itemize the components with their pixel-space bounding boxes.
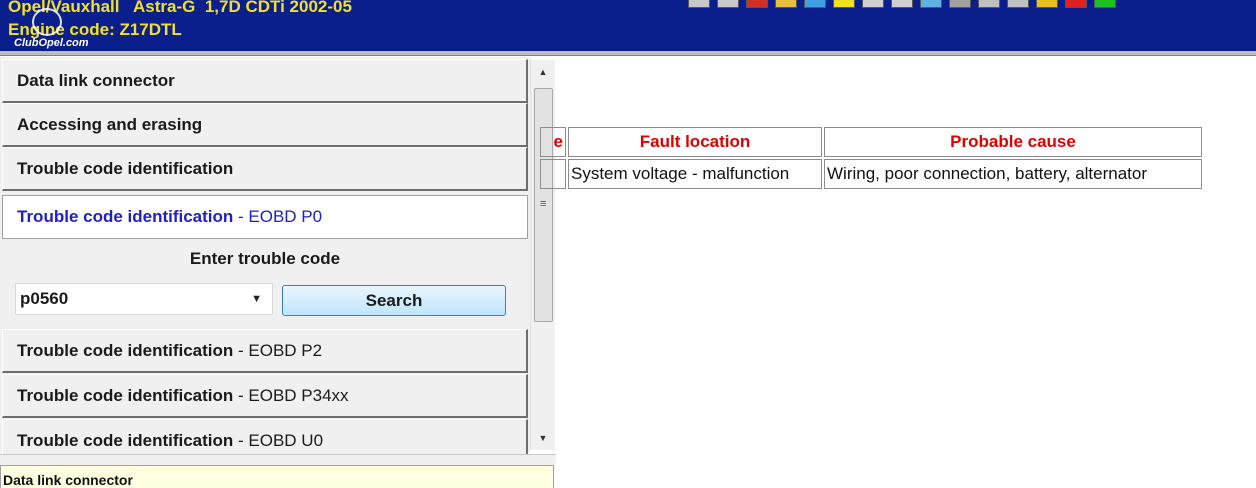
toolbar xyxy=(688,0,1123,9)
cell-fault-location: System voltage - malfunction xyxy=(568,159,822,189)
watermark-text: ClubOpel.com xyxy=(14,37,89,49)
status-bar: Data link connector xyxy=(0,465,554,488)
scrollbar-thumb[interactable]: ≡ xyxy=(534,88,553,322)
menu-item-suffix: - EOBD P34xx xyxy=(233,386,349,405)
dropdown-arrow-icon[interactable]: ▼ xyxy=(251,293,262,305)
menu-item-accessing-erasing[interactable]: Accessing and erasing xyxy=(2,103,528,147)
menu-item-suffix: - EOBD P0 xyxy=(233,207,323,226)
toolbar-button-icon[interactable] xyxy=(949,0,971,8)
column-header-probable-cause: Probable cause xyxy=(824,127,1202,157)
toolbar-button-icon[interactable] xyxy=(978,0,1000,8)
watermark-logo-icon xyxy=(32,8,62,36)
trouble-code-value: p0560 xyxy=(20,289,69,308)
menu-item-label: Accessing and erasing xyxy=(17,115,203,134)
menu-item-trouble-code-identification[interactable]: Trouble code identification xyxy=(2,147,528,191)
toolbar-button-icon[interactable] xyxy=(775,0,797,8)
menu-item-label: Trouble code identification xyxy=(17,341,234,360)
menu-item-label: Data link connector xyxy=(17,71,175,90)
toolbar-button-icon[interactable] xyxy=(862,0,884,8)
menu-item-eobd-p34xx[interactable]: Trouble code identification - EOBD P34xx xyxy=(2,374,528,418)
column-header-code: e xyxy=(540,127,566,157)
procedure-menu: Data link connector Accessing and erasin… xyxy=(0,57,530,463)
menu-item-label: Trouble code identification xyxy=(17,159,234,178)
toolbar-button-icon[interactable] xyxy=(920,0,942,8)
search-button[interactable]: Search xyxy=(282,285,506,316)
menu-item-eobd-p0[interactable]: Trouble code identification - EOBD P0 xyxy=(2,195,528,239)
search-title: Enter trouble code xyxy=(189,249,341,268)
title-bar: Opel/Vauxhall Astra-G 1,7D CDTi 2002-05 … xyxy=(0,0,1256,51)
menu-scrollbar[interactable]: ▲ ≡ ▼ xyxy=(530,60,555,450)
grip-icon: ≡ xyxy=(540,198,547,210)
table-row: System voltage - malfunction Wiring, poo… xyxy=(540,159,1202,189)
cell-code xyxy=(540,159,566,189)
toolbar-button-icon[interactable] xyxy=(833,0,855,8)
header-divider xyxy=(0,51,1256,56)
fault-table: e Fault location Probable cause System v… xyxy=(538,125,1204,191)
menu-item-label: Trouble code identification xyxy=(17,431,234,450)
toolbar-button-icon[interactable] xyxy=(804,0,826,8)
trouble-code-combo[interactable]: p0560 ▼ xyxy=(15,283,273,315)
menu-item-data-link-connector[interactable]: Data link connector xyxy=(2,59,528,103)
status-text: Data link connector xyxy=(3,472,133,488)
trouble-code-search-panel: Enter trouble code p0560 ▼ Search xyxy=(2,239,528,331)
cell-probable-cause: Wiring, poor connection, battery, altern… xyxy=(824,159,1202,189)
toolbar-button-icon[interactable] xyxy=(1094,0,1116,8)
menu-item-suffix: - EOBD P2 xyxy=(233,341,323,360)
scroll-up-icon[interactable]: ▲ xyxy=(531,60,555,84)
menu-item-label: Trouble code identification xyxy=(17,386,234,405)
toolbar-button-icon[interactable] xyxy=(1036,0,1058,8)
toolbar-button-icon[interactable] xyxy=(688,0,710,8)
scroll-down-icon[interactable]: ▼ xyxy=(531,426,555,450)
toolbar-button-icon[interactable] xyxy=(891,0,913,8)
toolbar-button-icon[interactable] xyxy=(1007,0,1029,8)
menu-item-suffix: - EOBD U0 xyxy=(233,431,324,450)
menu-item-eobd-p2[interactable]: Trouble code identification - EOBD P2 xyxy=(2,329,528,373)
toolbar-button-icon[interactable] xyxy=(717,0,739,8)
toolbar-button-icon[interactable] xyxy=(1065,0,1087,8)
status-separator xyxy=(0,454,556,465)
toolbar-button-icon[interactable] xyxy=(746,0,768,8)
menu-item-label: Trouble code identification xyxy=(17,207,234,226)
table-header-row: e Fault location Probable cause xyxy=(540,127,1202,157)
column-header-fault-location: Fault location xyxy=(568,127,822,157)
